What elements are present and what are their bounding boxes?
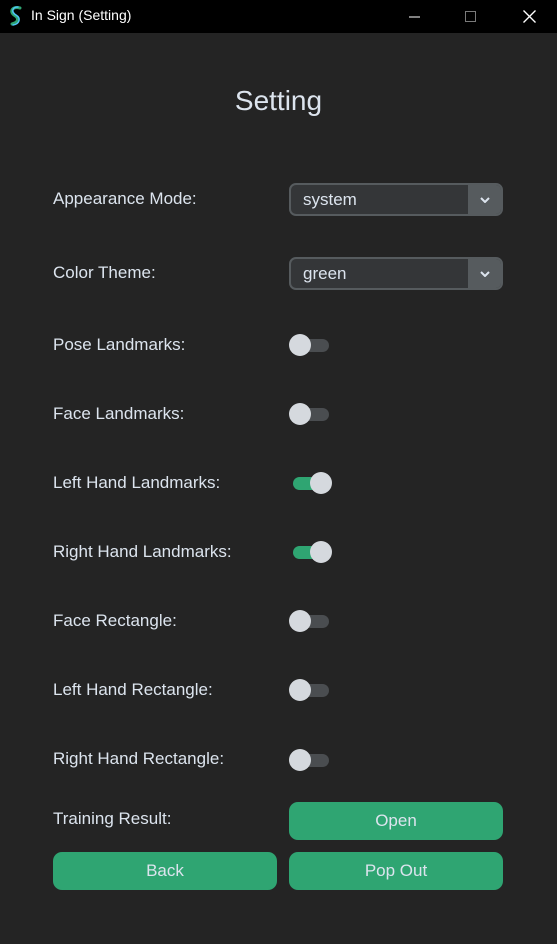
- left-hand-rectangle-label: Left Hand Rectangle:: [53, 680, 213, 699]
- left-hand-landmarks-label: Left Hand Landmarks:: [53, 473, 221, 492]
- appearance-mode-dropdown[interactable]: system: [289, 183, 503, 216]
- open-button[interactable]: Open: [289, 802, 503, 840]
- training-result-label: Training Result:: [53, 809, 172, 828]
- switch-knob: [289, 403, 311, 425]
- left-hand-rectangle-switch[interactable]: [288, 678, 334, 702]
- switch-knob: [310, 472, 332, 494]
- left-hand-landmarks-switch[interactable]: [288, 471, 334, 495]
- app-logo-icon: [10, 6, 22, 26]
- minimize-icon: [408, 16, 420, 18]
- switch-knob: [289, 749, 311, 771]
- settings-window: In Sign (Setting) Setting Appearance Mod…: [0, 0, 557, 944]
- switch-knob: [289, 679, 311, 701]
- color-theme-dropdown-button[interactable]: [468, 259, 501, 288]
- close-icon: [522, 10, 536, 23]
- appearance-mode-dropdown-button[interactable]: [468, 185, 501, 214]
- right-hand-rectangle-switch[interactable]: [288, 748, 334, 772]
- chevron-down-icon: [479, 270, 490, 277]
- maximize-icon: [464, 11, 476, 22]
- pop-out-button[interactable]: Pop Out: [289, 852, 503, 890]
- right-hand-landmarks-label: Right Hand Landmarks:: [53, 542, 232, 561]
- switch-knob: [289, 610, 311, 632]
- face-rectangle-label: Face Rectangle:: [53, 611, 177, 630]
- pose-landmarks-label: Pose Landmarks:: [53, 335, 186, 354]
- right-hand-landmarks-switch[interactable]: [288, 540, 334, 564]
- color-theme-value: green: [303, 264, 347, 283]
- pose-landmarks-switch[interactable]: [288, 333, 334, 357]
- title-bar[interactable]: In Sign (Setting): [0, 0, 557, 33]
- color-theme-label: Color Theme:: [53, 263, 156, 282]
- switch-knob: [310, 541, 332, 563]
- maximize-button[interactable]: [447, 0, 493, 33]
- minimize-button[interactable]: [391, 0, 437, 33]
- right-hand-rectangle-label: Right Hand Rectangle:: [53, 749, 225, 768]
- face-landmarks-switch[interactable]: [288, 402, 334, 426]
- face-landmarks-label: Face Landmarks:: [53, 404, 185, 423]
- close-button[interactable]: [506, 0, 552, 33]
- back-button[interactable]: Back: [53, 852, 277, 890]
- face-rectangle-switch[interactable]: [288, 609, 334, 633]
- appearance-mode-label: Appearance Mode:: [53, 189, 197, 208]
- chevron-down-icon: [479, 196, 490, 203]
- window-title: In Sign (Setting): [31, 7, 132, 23]
- switch-knob: [289, 334, 311, 356]
- page-title: Setting: [234, 85, 323, 116]
- appearance-mode-value: system: [303, 190, 357, 209]
- color-theme-dropdown[interactable]: green: [289, 257, 503, 290]
